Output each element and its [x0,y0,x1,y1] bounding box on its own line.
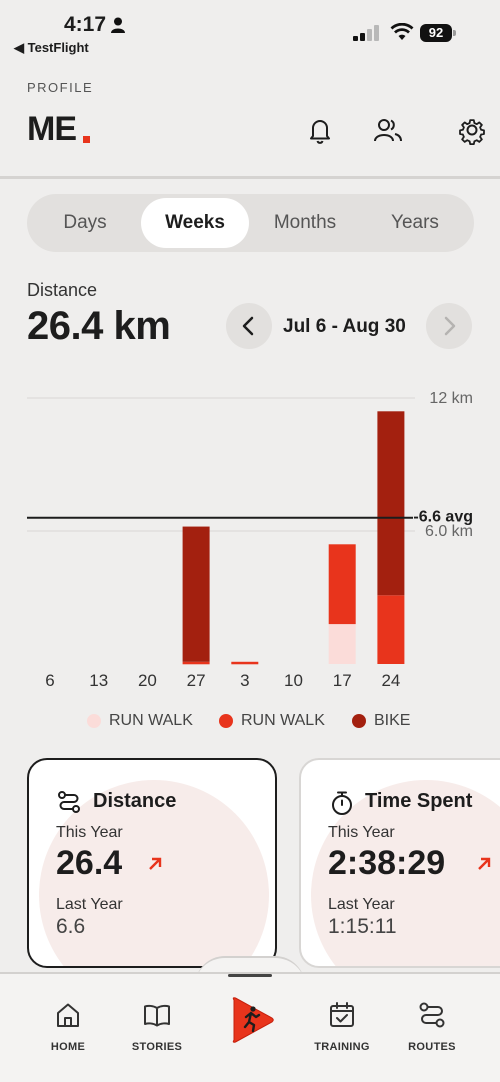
route-icon [58,791,80,813]
tab-stories[interactable]: STORIES [117,1000,197,1053]
last-year-value: 6.6 [56,915,86,938]
this-year-value: 2:38:29 [328,844,446,882]
this-year-label: This Year [328,824,395,841]
chart-bar [182,526,210,662]
tab-routes-label: ROUTES [408,1041,456,1053]
tab-home-label: HOME [50,1041,86,1053]
bell-icon[interactable] [304,114,336,146]
this-year-value: 26.4 [56,844,123,882]
metric-value: 26.4 km [27,304,171,348]
legend-swatch-run-walk-light [87,714,101,728]
tab-days[interactable]: Days [31,198,139,248]
x-tick-label: 10 [284,671,303,690]
chevron-left-icon [242,316,254,336]
battery-tip [453,30,456,36]
x-tick-label: 17 [333,671,352,690]
trend-up-icon [149,857,162,870]
average-label: -6.6 avg [413,509,473,526]
tab-years[interactable]: Years [361,198,469,248]
this-year-label: This Year [56,824,123,841]
legend-label-run-walk: RUN WALK [241,712,325,729]
tab-weeks[interactable]: Weeks [141,198,249,248]
chart-bar [328,544,356,625]
previous-period-button[interactable] [226,303,272,349]
legend-swatch-bike [352,714,366,728]
route-icon [419,1002,445,1028]
tab-training[interactable]: TRAINING [302,1000,382,1053]
y-tick-label: 12 km [429,390,473,407]
card-title: Time Spent [365,790,473,812]
chart-bar [377,595,405,664]
section-label: PROFILE [27,80,94,95]
home-icon [57,1003,79,1027]
brand-dot [83,136,90,143]
next-period-button[interactable] [426,303,472,349]
wifi-icon [390,23,414,40]
signal-icon [353,25,379,41]
last-year-value: 1:15:11 [328,915,397,938]
status-bar: 4:17 ◀ TestFlight 92 [0,0,500,60]
card-title: Distance [93,790,177,812]
chart-bar [182,661,210,665]
drag-handle[interactable] [228,974,272,977]
x-tick-label: 20 [138,671,157,690]
status-time: 4:17 [64,13,107,36]
tab-training-label: TRAINING [314,1041,370,1053]
last-year-label: Last Year [56,896,123,913]
legend-swatch-run-walk [219,714,233,728]
chart-bar [231,661,259,665]
chart-bar [328,624,356,664]
start-activity-button[interactable] [231,996,275,1044]
tab-months[interactable]: Months [251,198,359,248]
metric-label: Distance [27,280,98,300]
friends-icon[interactable] [372,114,404,146]
x-tick-label: 24 [381,671,400,690]
legend-label-run-walk-light: RUN WALK [109,712,193,729]
chevron-right-icon [444,316,456,336]
battery-indicator: 92 [420,24,452,42]
distance-chart: 12 km6.0 km6 13 20 27 3 10 17 24-6.6 avg [27,390,473,690]
time-spent-card[interactable]: Time Spent This Year 2:38:29 Last Year 1… [299,758,500,968]
legend-label-bike: BIKE [374,712,411,729]
calendar-check-icon [330,1002,354,1027]
person-icon [111,17,125,33]
x-tick-label: 3 [240,671,249,690]
tab-stories-label: STORIES [131,1041,183,1053]
book-icon [144,1004,170,1027]
last-year-label: Last Year [328,896,395,913]
back-to-testflight-link[interactable]: ◀ TestFlight [14,40,89,56]
trend-up-icon [478,857,491,870]
x-tick-label: 27 [187,671,206,690]
header-divider [0,176,500,179]
chart-bar [377,411,405,596]
tab-routes[interactable]: ROUTES [392,1000,472,1053]
period-selector: Days Weeks Months Years [27,194,474,252]
date-range: Jul 6 - Aug 30 [283,316,406,337]
distance-card[interactable]: Distance This Year 26.4 Last Year 6.6 [27,758,277,968]
page-title: ME [27,110,77,148]
gear-icon[interactable] [456,114,488,146]
x-tick-label: 13 [89,671,108,690]
tab-home[interactable]: HOME [28,1000,108,1053]
x-tick-label: 6 [45,671,54,690]
stopwatch-icon [332,791,352,815]
